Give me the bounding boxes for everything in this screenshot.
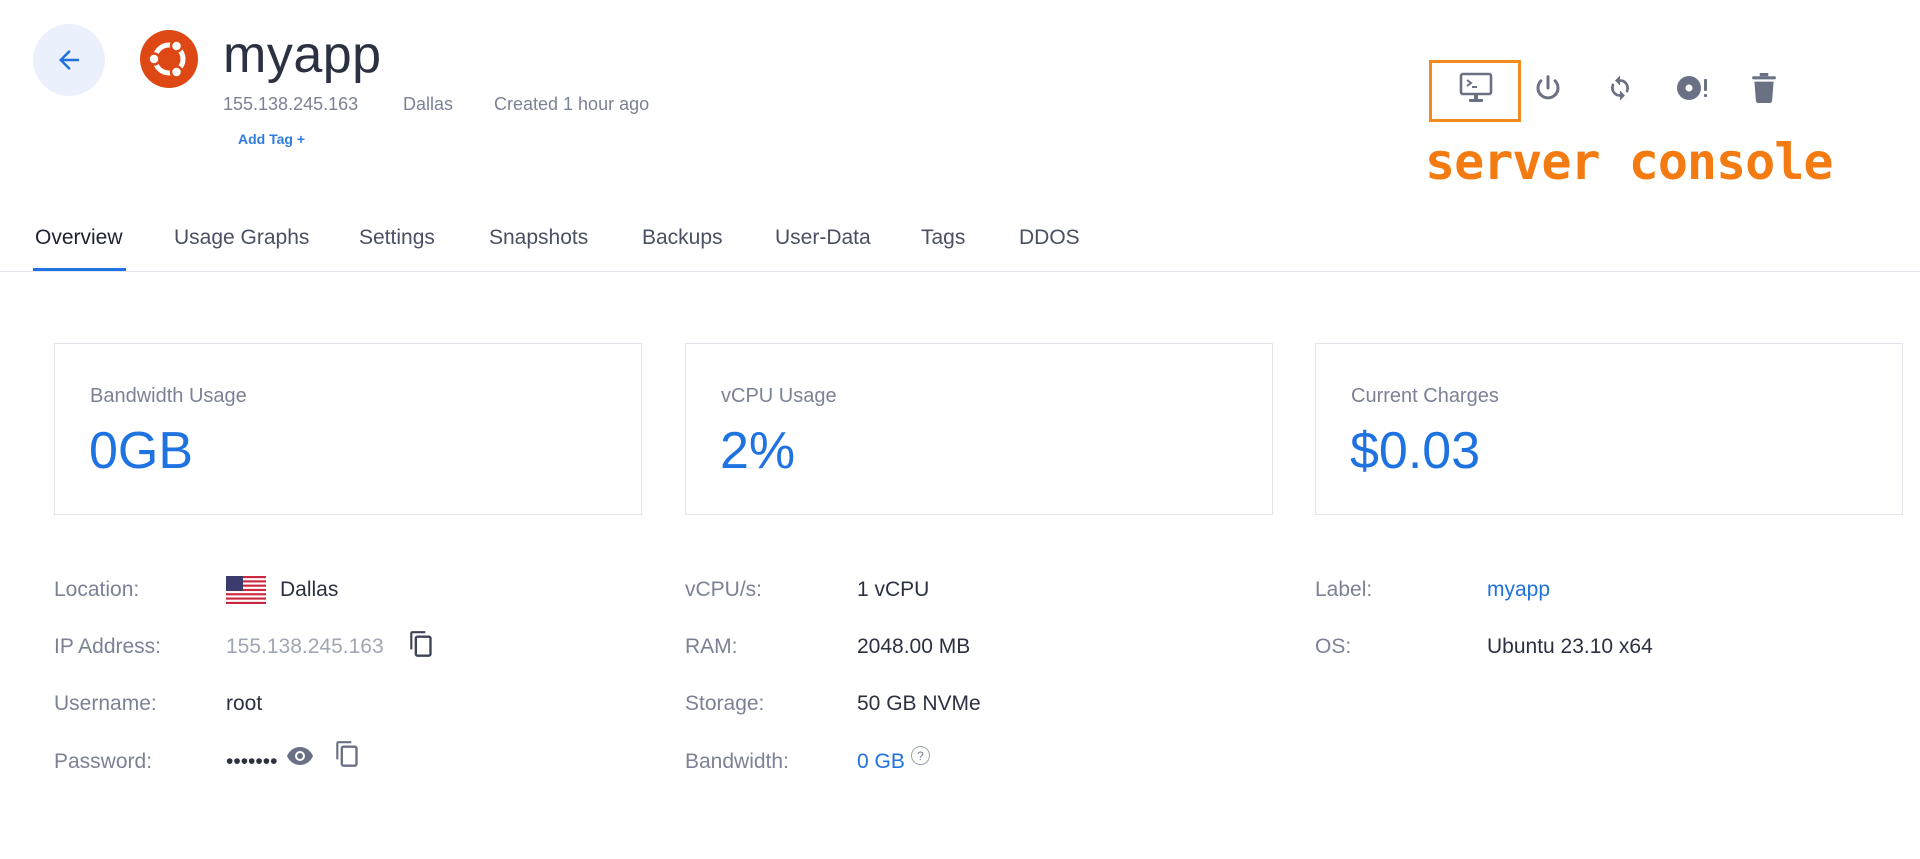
server-title: myapp — [223, 26, 382, 84]
bandwidth-label: Bandwidth: — [685, 750, 789, 773]
destroy-button[interactable] — [1740, 64, 1788, 112]
tab-bar: Overview Usage Graphs Settings Snapshots… — [0, 212, 1920, 272]
ram-label: RAM: — [685, 635, 738, 658]
card-value: 2% — [720, 422, 796, 480]
location-value: Dallas — [280, 578, 339, 601]
created-time: Created 1 hour ago — [494, 94, 650, 114]
eye-icon — [287, 747, 313, 765]
back-button[interactable] — [33, 24, 105, 96]
tab-settings[interactable]: Settings — [359, 225, 435, 251]
storage-value: 50 GB NVMe — [857, 692, 981, 715]
copy-icon — [336, 741, 358, 767]
tab-usage-graphs[interactable]: Usage Graphs — [174, 225, 309, 251]
card-label: vCPU Usage — [721, 385, 837, 407]
console-highlight-box — [1429, 60, 1521, 122]
ip-address-value: 155.138.245.163 — [226, 635, 384, 658]
tab-snapshots[interactable]: Snapshots — [489, 225, 588, 251]
tab-ddos[interactable]: DDOS — [1019, 225, 1080, 251]
password-value: ••••••• — [226, 750, 278, 773]
bandwidth-usage-card: Bandwidth Usage 0GB — [54, 343, 642, 515]
card-value: $0.03 — [1350, 422, 1481, 480]
help-icon[interactable]: ? — [911, 746, 930, 765]
ip-address-label: IP Address: — [54, 635, 162, 658]
show-password-button[interactable] — [284, 740, 316, 772]
us-flag-icon — [226, 576, 266, 604]
power-button[interactable] — [1524, 64, 1572, 112]
os-label: OS: — [1315, 635, 1352, 658]
power-icon — [1536, 75, 1560, 100]
vcpus-value: 1 vCPU — [857, 578, 930, 601]
storage-label: Storage: — [685, 692, 765, 715]
password-label: Password: — [54, 750, 153, 773]
arrow-left-icon — [59, 50, 79, 70]
card-label: Bandwidth Usage — [90, 385, 247, 407]
server-location: Dallas — [403, 94, 454, 114]
reinstall-button[interactable] — [1668, 64, 1716, 112]
trash-icon — [1752, 73, 1776, 103]
add-tag-link[interactable]: Add Tag + — [238, 130, 305, 148]
current-charges-card: Current Charges $0.03 — [1315, 343, 1903, 515]
server-console-annotation: server console — [1425, 133, 1833, 191]
ubuntu-logo-icon — [140, 30, 198, 88]
label-label: Label: — [1315, 578, 1373, 601]
username-label: Username: — [54, 692, 157, 715]
os-value: Ubuntu 23.10 x64 — [1487, 635, 1653, 658]
card-value: 0GB — [89, 422, 194, 480]
server-ip: 155.138.245.163 — [223, 94, 359, 114]
vcpu-usage-card: vCPU Usage 2% — [685, 343, 1273, 515]
username-value: root — [226, 692, 263, 715]
vcpus-label: vCPU/s: — [685, 578, 763, 601]
restart-button[interactable] — [1596, 64, 1644, 112]
tab-backups[interactable]: Backups — [642, 225, 723, 251]
active-tab-indicator — [33, 268, 126, 271]
tab-overview[interactable]: Overview — [35, 225, 123, 251]
disc-alert-icon — [1677, 76, 1707, 100]
bandwidth-value[interactable]: 0 GB — [857, 749, 905, 775]
copy-ip-button[interactable] — [405, 628, 437, 660]
copy-password-button[interactable] — [331, 738, 363, 770]
location-label: Location: — [54, 578, 140, 601]
copy-icon — [410, 631, 432, 657]
tab-tags[interactable]: Tags — [921, 225, 965, 251]
tab-user-data[interactable]: User-Data — [775, 225, 871, 251]
ram-value: 2048.00 MB — [857, 635, 971, 658]
card-label: Current Charges — [1351, 385, 1499, 407]
label-value[interactable]: myapp — [1487, 577, 1550, 603]
refresh-icon — [1611, 75, 1629, 101]
